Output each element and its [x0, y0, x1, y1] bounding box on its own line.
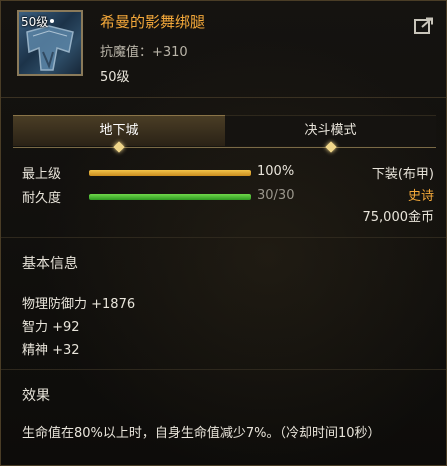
upgrade-bar [89, 170, 251, 176]
durability-value: 30/30 [257, 188, 295, 203]
durability-label: 耐久度 [22, 191, 62, 206]
upgrade-bar-fill [89, 170, 251, 176]
attr-physical-defense: 物理防御力 +1876 [22, 297, 136, 312]
basic-info-title: 基本信息 [22, 256, 78, 272]
upgrade-value: 100% [257, 164, 295, 179]
attr-spirit: 精神 +32 [22, 343, 80, 358]
item-resist-value: 抗魔值：+310 [100, 45, 188, 60]
header-divider [1, 97, 446, 98]
item-tooltip: 50级 希曼的影舞绑腿 抗魔值：+310 50级 地下城 决斗模式 最上级 10… [0, 0, 447, 466]
durability-bar-fill [89, 194, 251, 200]
tab-underline [13, 147, 436, 148]
item-icon: 50级 [17, 10, 83, 76]
effect-title: 效果 [22, 388, 50, 404]
badge-dot-icon [50, 19, 55, 23]
divider [1, 369, 446, 370]
share-icon[interactable] [414, 17, 434, 35]
divider [1, 237, 446, 238]
price-label: 75,000金币 [362, 210, 435, 225]
item-name: 希曼的影舞绑腿 [100, 13, 206, 31]
upgrade-label: 最上级 [22, 167, 62, 182]
rarity-label: 史诗 [407, 189, 434, 204]
durability-bar [89, 194, 251, 200]
mode-tabs: 地下城 决斗模式 [13, 115, 436, 153]
icon-level-badge: 50级 [21, 13, 55, 30]
item-level: 50级 [100, 70, 130, 85]
equipment-slot: 下装(布甲) [371, 167, 434, 182]
attr-intelligence: 智力 +92 [22, 320, 80, 335]
effect-description: 生命值在80%以上时，自身生命值减少7%。（冷却时间10秒） [22, 426, 381, 441]
